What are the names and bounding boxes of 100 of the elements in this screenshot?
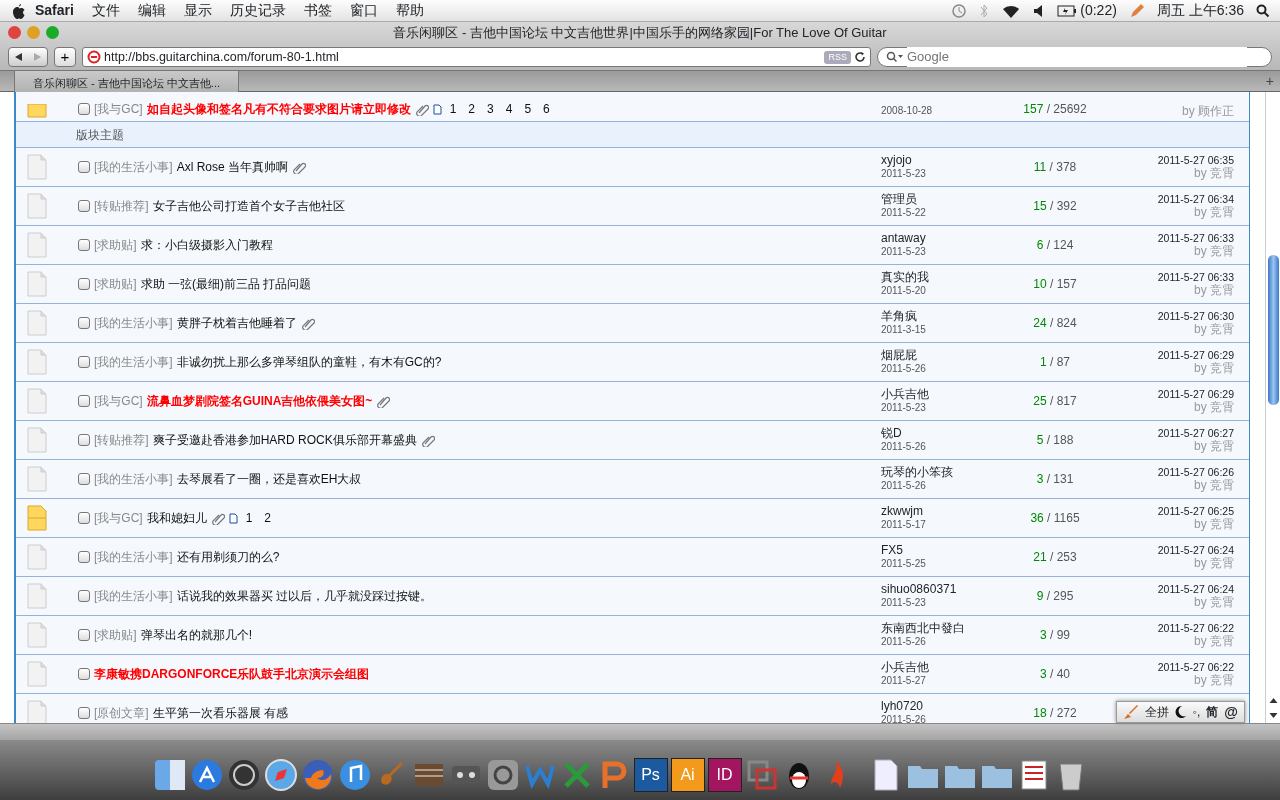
- punct-toggle[interactable]: ◦,: [1192, 703, 1201, 721]
- thread-tag[interactable]: [转贴推荐]: [94, 197, 149, 215]
- search-field[interactable]: Google: [877, 47, 1272, 67]
- thread-tag[interactable]: [我的生活小事]: [94, 470, 173, 488]
- menu-item[interactable]: 编辑: [128, 0, 175, 21]
- thread-title[interactable]: 生平第一次看乐器展 有感: [152, 704, 288, 722]
- thread-title[interactable]: 弹琴出名的就那几个!: [140, 626, 252, 644]
- last-post-time[interactable]: 2011-5-27 06:22: [1109, 622, 1234, 635]
- add-bookmark-button[interactable]: +: [54, 47, 76, 67]
- attachment-icon[interactable]: [376, 394, 391, 408]
- checkbox[interactable]: [78, 512, 90, 524]
- checkbox[interactable]: [78, 434, 90, 446]
- page-link[interactable]: 6: [539, 100, 554, 118]
- address-field[interactable]: http://bbs.guitarchina.com/forum-80-1.html RSS: [82, 47, 871, 67]
- attachment-icon[interactable]: [420, 433, 435, 447]
- gear-icon[interactable]: [485, 758, 520, 792]
- thread-tag[interactable]: [我与GC]: [94, 100, 143, 118]
- thread-tag[interactable]: [求助贴]: [94, 626, 137, 644]
- checkbox[interactable]: [78, 317, 90, 329]
- last-post-time[interactable]: 2011-5-27 06:27: [1109, 427, 1234, 440]
- checkbox[interactable]: [78, 356, 90, 368]
- thread-tag[interactable]: [我与GC]: [94, 509, 143, 527]
- checkbox[interactable]: [78, 103, 90, 115]
- checkbox[interactable]: [78, 707, 90, 719]
- author-name[interactable]: 玩琴的小笨孩: [881, 465, 1001, 479]
- scroll-thumb[interactable]: [1268, 255, 1279, 405]
- menu-item[interactable]: 历史记录: [220, 0, 295, 21]
- search-icon[interactable]: [1256, 3, 1270, 18]
- app-store-icon[interactable]: [189, 758, 224, 792]
- app-menu[interactable]: Safari: [26, 0, 83, 21]
- page-link[interactable]: 2: [464, 100, 480, 118]
- dock-app-tile[interactable]: Ps: [633, 758, 668, 792]
- author-name[interactable]: lyh0720: [881, 699, 1001, 713]
- clock-history-icon[interactable]: [951, 2, 968, 19]
- last-post-time[interactable]: 2011-5-27 06:26: [1109, 466, 1234, 479]
- thread-tag[interactable]: [原创文章]: [94, 704, 149, 722]
- thread-tag[interactable]: [我与GC]: [94, 392, 143, 410]
- last-post-time[interactable]: 2011-5-27 06:33: [1109, 232, 1234, 245]
- reload-icon[interactable]: [854, 51, 866, 63]
- author-name[interactable]: 小兵吉他: [881, 387, 1001, 401]
- author-name[interactable]: xyjojo: [881, 153, 1001, 167]
- checkbox[interactable]: [78, 473, 90, 485]
- script-toggle[interactable]: 简: [1206, 703, 1219, 721]
- checkbox[interactable]: [78, 395, 90, 407]
- brush-icon[interactable]: [1122, 704, 1139, 720]
- last-post-time[interactable]: 2011-5-27 06:29: [1109, 388, 1234, 401]
- compass-icon[interactable]: [263, 758, 298, 792]
- menu-item[interactable]: 显示: [174, 0, 221, 21]
- last-post-time[interactable]: 2011-5-27 06:29: [1109, 349, 1234, 362]
- thread-title[interactable]: 女子吉他公司打造首个女子吉他社区: [152, 197, 345, 215]
- last-post-time[interactable]: 2011-5-27 06:25: [1109, 505, 1234, 518]
- thread-tag[interactable]: [我的生活小事]: [94, 314, 173, 332]
- author-name[interactable]: 锐D: [881, 426, 1001, 440]
- last-post-time[interactable]: 2011-5-27 06:24: [1109, 583, 1234, 596]
- last-post-time[interactable]: 2011-5-27 06:35: [1109, 154, 1234, 167]
- thread-tag[interactable]: [我的生活小事]: [94, 587, 173, 605]
- checkbox[interactable]: [78, 278, 90, 290]
- checkbox[interactable]: [78, 239, 90, 251]
- page-link[interactable]: 5: [520, 100, 536, 118]
- menu-item[interactable]: 帮助: [386, 0, 433, 21]
- browser-tab[interactable]: 音乐闲聊区 - 吉他中国论坛 中文吉他...: [14, 71, 239, 93]
- battery-icon[interactable]: [1057, 4, 1078, 17]
- thread-title[interactable]: 非诚勿扰上那么多弹琴组队的童鞋，有木有GC的?: [176, 353, 442, 371]
- menu-item[interactable]: 书签: [294, 0, 341, 21]
- checkbox[interactable]: [78, 551, 90, 563]
- scroll-arrows-icon[interactable]: [1267, 695, 1280, 721]
- thread-tag[interactable]: [求助贴]: [94, 275, 137, 293]
- thread-title[interactable]: 还有用剃须刀的么?: [176, 548, 280, 566]
- attachment-icon[interactable]: [292, 160, 307, 174]
- apple-icon[interactable]: [10, 1, 26, 20]
- last-post-time[interactable]: 2011-5-27 06:24: [1109, 544, 1234, 557]
- page-link[interactable]: 1: [241, 509, 257, 527]
- author-name[interactable]: 羊角疯: [881, 309, 1001, 323]
- thread-title[interactable]: 流鼻血梦剧院签名GUINA吉他依偎美女图~: [146, 392, 373, 410]
- checkbox[interactable]: [78, 200, 90, 212]
- thread-title[interactable]: 李康敏携DARGONFORCE乐队鼓手北京演示会组图: [94, 665, 370, 683]
- page-link[interactable]: 4: [501, 100, 517, 118]
- checkbox[interactable]: [78, 161, 90, 173]
- attachment-icon[interactable]: [414, 102, 429, 116]
- checkbox[interactable]: [78, 629, 90, 641]
- last-post-time[interactable]: 2011-5-27 06:33: [1109, 271, 1234, 284]
- thread-title[interactable]: 去琴展看了一圈，还是喜欢EH大叔: [176, 470, 362, 488]
- author-name[interactable]: sihuo0860371: [881, 582, 1001, 596]
- thread-title[interactable]: 爽子受邀赴香港参加HARD ROCK俱乐部开幕盛典: [152, 431, 417, 449]
- thread-tag[interactable]: [转贴推荐]: [94, 431, 149, 449]
- thread-tag[interactable]: [我的生活小事]: [94, 353, 173, 371]
- author-name[interactable]: 烟屁屁: [881, 348, 1001, 362]
- author-name[interactable]: 小兵吉他: [881, 660, 1001, 674]
- dock-app-tile[interactable]: ID: [707, 758, 742, 792]
- thread-title[interactable]: 求助 一弦(最细)前三品 打品问题: [140, 275, 312, 293]
- thread-title[interactable]: 黄胖子枕着吉他睡着了: [176, 314, 297, 332]
- page-link[interactable]: 1: [445, 100, 461, 118]
- thread-tag[interactable]: [我的生活小事]: [94, 548, 173, 566]
- new-tab-button[interactable]: +: [1259, 71, 1280, 91]
- thread-tag[interactable]: [我的生活小事]: [94, 158, 173, 176]
- thread-title[interactable]: 我和媳妇儿: [146, 509, 207, 527]
- last-post-time[interactable]: 2011-5-27 06:30: [1109, 310, 1234, 323]
- author-name[interactable]: 东南西北中發白: [881, 621, 1001, 635]
- menu-item[interactable]: 文件: [82, 0, 129, 21]
- author-name[interactable]: 管理员: [881, 192, 1001, 206]
